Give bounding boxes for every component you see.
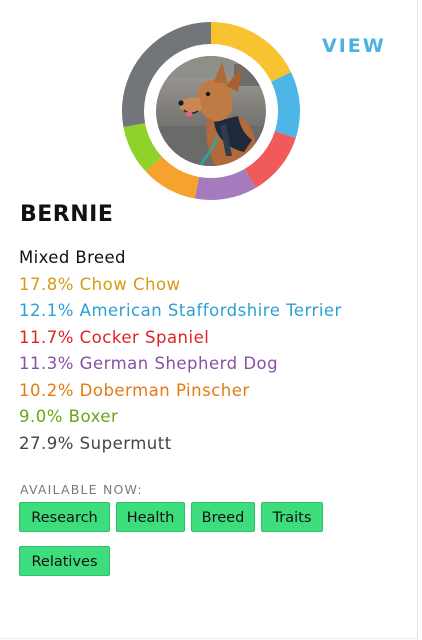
- available-now-label: AVAILABLE NOW:: [20, 482, 143, 497]
- tag-research-button[interactable]: Research: [19, 502, 110, 532]
- ring-segment-3: [194, 168, 256, 200]
- dog-photo: [156, 56, 266, 166]
- breed-item-boxer: 9.0% Boxer: [19, 407, 119, 426]
- breed-item-supermutt: 27.9% Supermutt: [19, 433, 172, 453]
- breed-item-american-staffordshire-terrier: 12.1% American Staffordshire Terrier: [19, 301, 342, 320]
- breed-breakdown: Mixed Breed 17.8% Chow Chow 12.1% Americ…: [19, 247, 342, 459]
- mixed-breed-label: Mixed Breed: [19, 248, 126, 267]
- tag-traits-button[interactable]: Traits: [261, 502, 323, 532]
- dog-name: BERNIE: [20, 202, 114, 227]
- tag-relatives-button[interactable]: Relatives: [19, 546, 110, 576]
- breed-item-chow-chow: 17.8% Chow Chow: [19, 274, 181, 294]
- breed-item-german-shepherd-dog: 11.3% German Shepherd Dog: [19, 354, 279, 373]
- view-link[interactable]: VIEW: [322, 35, 386, 57]
- breed-item-cocker-spaniel: 11.7% Cocker Spaniel: [19, 327, 210, 347]
- ring-segment-1: [271, 72, 300, 138]
- ring-segment-5: [123, 122, 163, 172]
- card-bottom-border: [0, 638, 417, 639]
- breed-item-doberman-pinscher: 10.2% Doberman Pinscher: [19, 380, 250, 400]
- tag-breed-button[interactable]: Breed: [191, 502, 255, 532]
- tag-health-button[interactable]: Health: [116, 502, 185, 532]
- card-right-border: [417, 0, 418, 640]
- breed-ancestry-ring: [122, 22, 300, 200]
